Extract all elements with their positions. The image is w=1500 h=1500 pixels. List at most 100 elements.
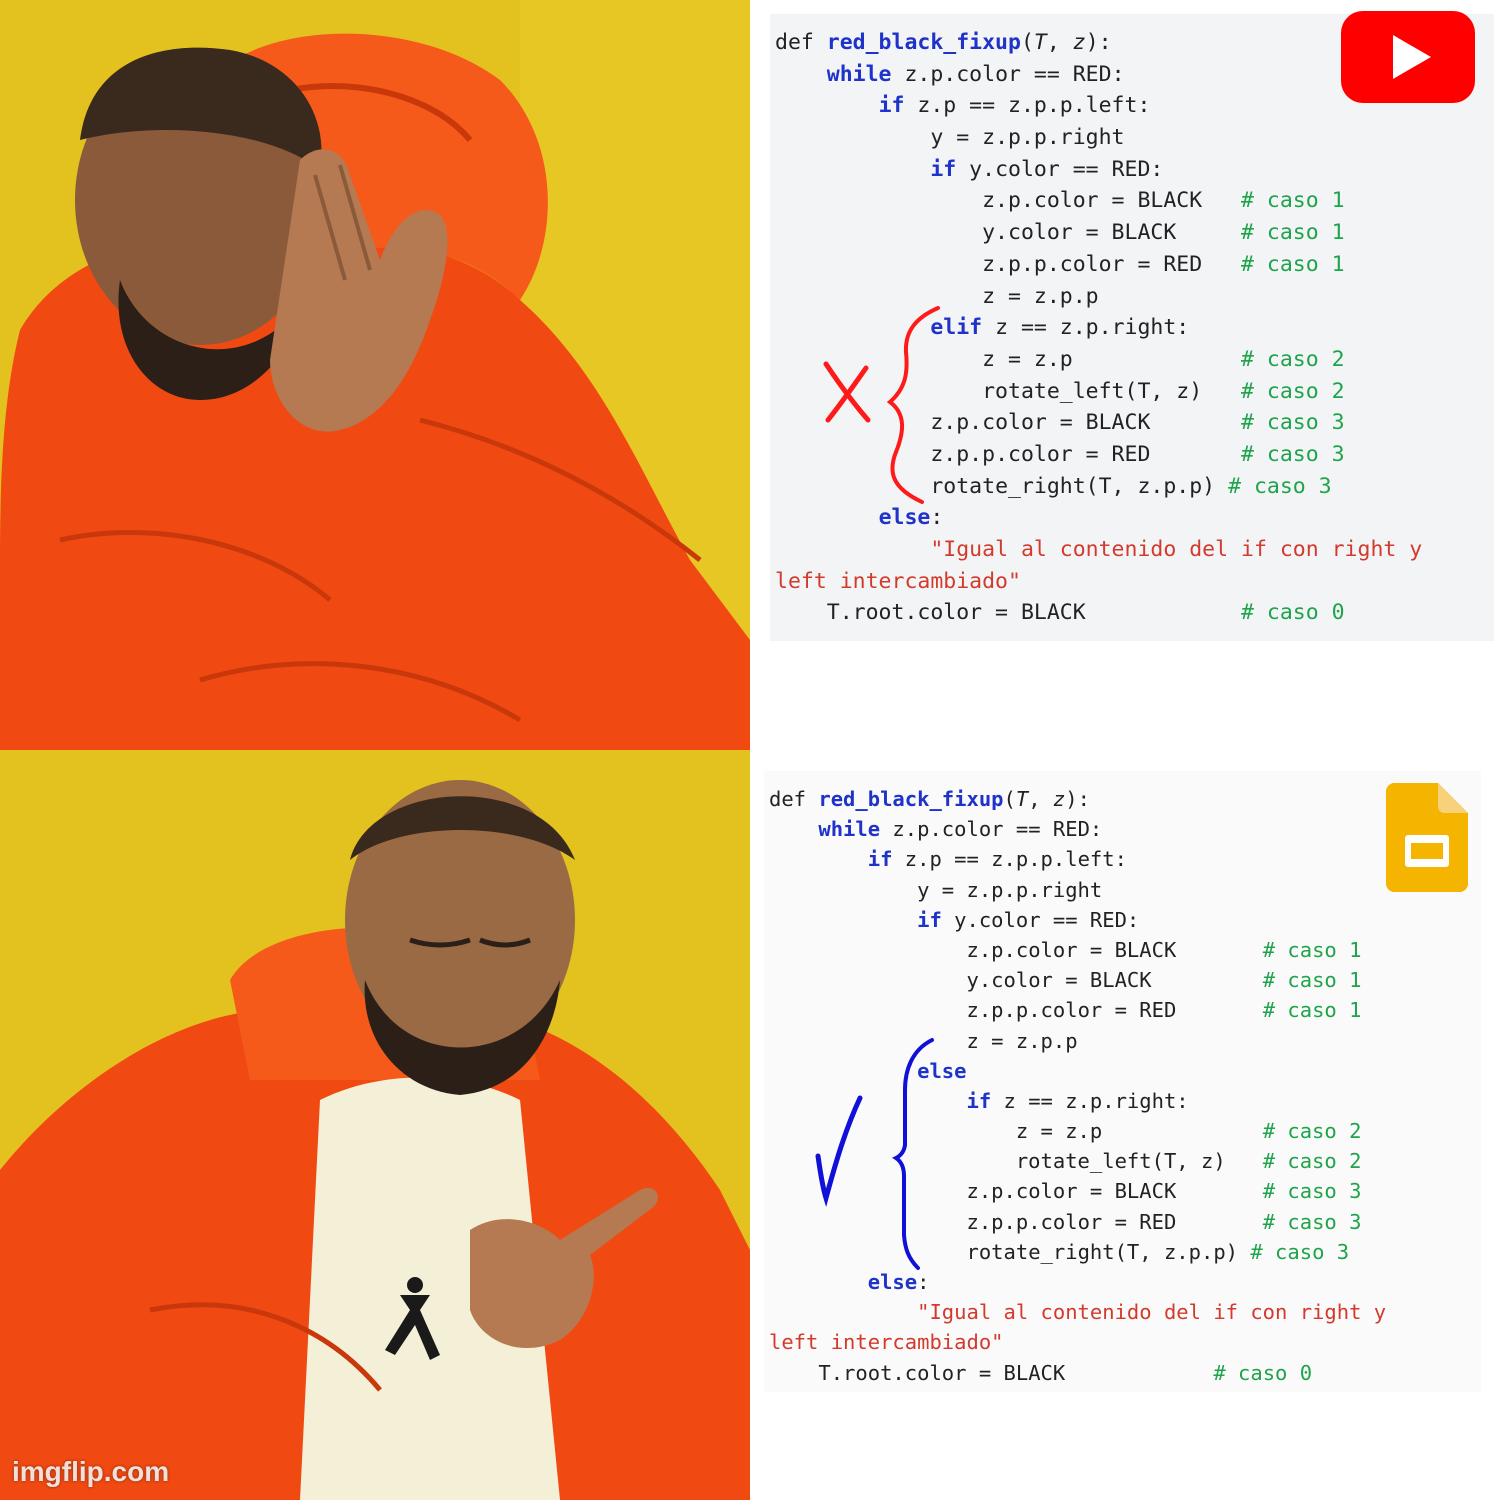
code-token: ( [1003,787,1016,811]
code-lines: def red_black_fixup(T, z): while z.p.col… [775,27,1422,629]
drake-approving-photo [0,750,750,1500]
code-line: z = z.p.p [775,281,1422,313]
code-line: if z.p == z.p.p.left: [769,844,1386,874]
code-keyword: while [826,61,892,87]
code-keyword: if [966,1088,992,1113]
code-comment: # caso 2 [1262,1119,1362,1144]
code-token: def [769,787,819,811]
code-token: z = z.p [982,346,1241,372]
code-line: while z.p.color == RED: [769,814,1386,844]
imgflip-watermark: imgflip.com [12,1456,170,1487]
code-comment: # caso 3 [1262,1209,1362,1234]
code-token: z == z.p.right: [982,315,1190,341]
code-comment: # caso 1 [1241,220,1345,246]
code-token: z.p.color = BLACK [966,1179,1263,1204]
code-line: z.p.p.color = RED # caso 3 [769,1207,1386,1237]
code-token: z.p.p.color = RED [966,998,1263,1023]
code-line: rotate_left(T, z) # caso 2 [769,1146,1386,1176]
code-line: rotate_right(T, z.p.p) # caso 3 [775,471,1422,503]
code-comment: # caso 0 [1213,1360,1313,1385]
code-string: left intercambiado" [775,568,1021,594]
code-token: T.root.color = BLACK [826,600,1241,626]
code-comment: # caso 1 [1262,998,1362,1023]
code-line: left intercambiado" [775,566,1422,598]
code-string: left intercambiado" [769,1330,1004,1355]
drake-disapproving-photo [0,0,750,750]
code-comment: # caso 3 [1228,473,1332,499]
code-token: rotate_left(T, z) [982,378,1241,404]
code-token: z.p.p.color = RED [930,441,1242,467]
code-comment: # caso 1 [1241,251,1345,277]
code-line: "Igual al contenido del if con right y [775,534,1422,566]
code-line: else: [775,502,1422,534]
code-line: y = z.p.p.right [769,875,1386,905]
code-token: z = z.p.p [966,1028,1078,1053]
code-line: z.p.color = BLACK # caso 1 [775,185,1422,217]
code-line: z = z.p.p [769,1026,1386,1056]
code-comment: # caso 2 [1241,346,1345,372]
code-line: else [769,1056,1386,1086]
code-token: z [1052,787,1066,811]
code-lines: def red_black_fixup(T, z): while z.p.col… [769,784,1386,1388]
code-keyword: red_black_fixup [818,787,1004,811]
code-keyword: else [917,1058,967,1083]
code-line: z.p.color = BLACK # caso 1 [769,935,1386,965]
code-token: : [930,505,944,531]
code-line: def red_black_fixup(T, z): [769,784,1386,814]
code-line: left intercambiado" [769,1327,1386,1357]
code-token: z.p.p.color = RED [982,251,1241,277]
code-token: y.color == RED: [956,156,1164,182]
code-comment: # caso 2 [1241,378,1345,404]
code-token: z.p.color = BLACK [966,937,1263,962]
code-token: ( [1020,30,1034,55]
code-line: y.color = BLACK # caso 1 [769,965,1386,995]
code-comment: # caso 1 [1262,968,1362,993]
code-line: def red_black_fixup(T, z): [775,27,1422,59]
code-token: : [917,1270,930,1294]
code-token: z [1072,30,1086,55]
code-keyword: else [878,505,931,531]
code-line: z.p.color = BLACK # caso 3 [775,407,1422,439]
code-token: def [775,30,827,55]
code-comment: # caso 1 [1241,188,1345,214]
code-line: if y.color == RED: [769,905,1386,935]
code-card-slides: def red_black_fixup(T, z): while z.p.col… [764,771,1481,1392]
code-token: z.p.color == RED: [880,817,1103,842]
code-token: T [1033,30,1047,55]
code-comment: # caso 3 [1241,410,1345,436]
code-token: z == z.p.right: [991,1088,1189,1113]
code-line: rotate_left(T, z) # caso 2 [775,376,1422,408]
code-comment: # caso 3 [1241,441,1345,467]
code-token: z.p == z.p.p.left: [904,93,1151,119]
code-comment: # caso 1 [1262,937,1362,962]
code-line: y = z.p.p.right [775,122,1422,154]
code-token: y.color = BLACK [982,220,1241,246]
code-keyword: elif [930,315,983,341]
code-token: z.p == z.p.p.left: [892,847,1127,872]
code-token: rotate_right(T, z.p.p) [966,1239,1251,1264]
code-token: , [1028,787,1053,811]
code-keyword: while [818,817,881,842]
code-line: y.color = BLACK # caso 1 [775,217,1422,249]
code-token: y.color == RED: [941,907,1140,932]
code-line: if z.p == z.p.p.left: [775,90,1422,122]
code-string: "Igual al contenido del if con right y [930,537,1423,562]
code-line: else: [769,1267,1386,1297]
code-line: if y.color == RED: [775,154,1422,186]
code-line: T.root.color = BLACK # caso 0 [769,1358,1386,1388]
code-keyword: if [867,847,893,872]
code-token: rotate_right(T, z.p.p) [930,473,1229,499]
code-token: rotate_left(T, z) [1015,1149,1263,1174]
code-comment: # caso 3 [1262,1179,1362,1204]
code-keyword: if [917,907,942,932]
code-token: z = z.p.p [982,283,1099,309]
code-token: z = z.p [1015,1119,1263,1144]
code-string: "Igual al contenido del if con right y [917,1300,1387,1325]
youtube-play-icon [1341,11,1475,103]
code-token: z.p.color = BLACK [930,410,1242,436]
code-line: z.p.color = BLACK # caso 3 [769,1176,1386,1206]
code-line: z.p.p.color = RED # caso 3 [775,439,1422,471]
code-keyword: red_black_fixup [826,30,1021,55]
code-token: y = z.p.p.right [917,877,1103,902]
code-line: z = z.p # caso 2 [769,1116,1386,1146]
